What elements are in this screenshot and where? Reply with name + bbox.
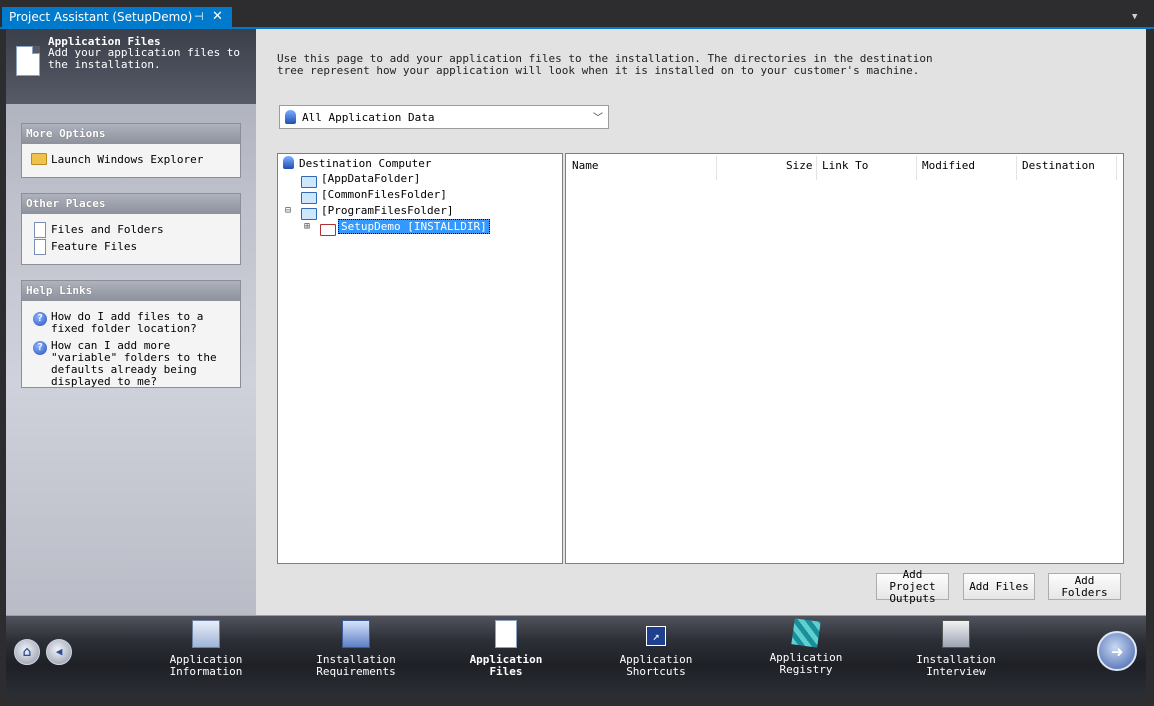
tree-node-installdir-label: SetupDemo [INSTALLDIR]	[338, 219, 490, 234]
instructions-text: Use this page to add your application fi…	[277, 52, 933, 77]
folder-open-icon	[31, 153, 47, 165]
requirements-icon	[342, 620, 370, 648]
registry-icon	[791, 618, 821, 648]
more-options-box: More Options Launch Windows Explorer	[21, 123, 241, 178]
launch-explorer-link[interactable]: Launch Windows Explorer	[51, 154, 203, 166]
expand-icon[interactable]: ⊞	[304, 220, 310, 234]
install-folder-icon	[320, 224, 336, 236]
pin-icon[interactable]: ⊣	[194, 7, 204, 27]
column-header-name[interactable]: Name	[572, 159, 599, 172]
other-places-box: Other Places Files and Folders Feature F…	[21, 193, 241, 265]
add-folders-button[interactable]: Add Folders	[1048, 573, 1121, 600]
application-data-select[interactable]: All Application Data ﹀	[279, 105, 609, 129]
other-places-heading: Other Places	[22, 194, 240, 214]
column-divider	[816, 156, 817, 180]
step-application-files[interactable]: Application Files	[451, 620, 561, 678]
computer-icon	[283, 156, 294, 169]
step-label: Application Registry	[769, 651, 843, 676]
column-header-destination[interactable]: Destination	[1022, 159, 1095, 172]
back-button[interactable]: ◀	[46, 639, 72, 665]
select-value: All Application Data	[302, 111, 435, 124]
step-label: Application Information	[169, 653, 243, 678]
tree-node-commonfiles[interactable]: [CommonFilesFolder]	[321, 188, 447, 202]
files-icon	[495, 620, 517, 648]
page-header: Application Files Add your application f…	[6, 29, 256, 104]
step-application-information[interactable]: Application Information	[151, 620, 261, 678]
help-icon: ?	[33, 341, 47, 355]
files-and-folders-link[interactable]: Files and Folders	[51, 224, 164, 236]
tree-root[interactable]: Destination Computer	[283, 156, 431, 171]
file-page-icon	[16, 46, 40, 76]
step-application-shortcuts[interactable]: ↗ Application Shortcuts	[601, 620, 711, 678]
home-button[interactable]: ⌂	[14, 639, 40, 665]
folder-open-icon	[301, 208, 317, 220]
chevron-down-icon[interactable]: ▼	[1132, 12, 1137, 22]
more-options-heading: More Options	[22, 124, 240, 144]
folder-icon	[301, 176, 317, 188]
add-project-outputs-button[interactable]: Add Project Outputs	[876, 568, 949, 604]
collapse-icon[interactable]: ⊟	[285, 204, 291, 218]
page-icon	[34, 222, 46, 238]
add-files-button[interactable]: Add Files	[963, 573, 1035, 600]
step-label: Installation Requirements	[316, 653, 396, 678]
step-label: Application Shortcuts	[619, 653, 693, 678]
tab-title: Project Assistant (SetupDemo)	[9, 10, 193, 24]
page-description: Add your application files to the instal…	[48, 46, 241, 71]
app-info-icon	[192, 620, 220, 648]
tab-project-assistant[interactable]: Project Assistant (SetupDemo) ⊣ ✕	[2, 7, 232, 27]
help-links-heading: Help Links	[22, 281, 240, 301]
help-link-variable-folders[interactable]: How can I add more "variable" folders to…	[51, 340, 241, 388]
status-strip	[0, 697, 1154, 706]
tree-node-appdata[interactable]: [AppDataFolder]	[321, 172, 420, 186]
tree-node-installdir[interactable]: SetupDemo [INSTALLDIR]	[338, 219, 490, 234]
tree-root-label: Destination Computer	[299, 157, 432, 170]
chevron-down-icon[interactable]: ﹀	[593, 109, 603, 124]
column-header-link-to[interactable]: Link To	[822, 159, 868, 172]
column-header-modified[interactable]: Modified	[922, 159, 975, 172]
step-installation-interview[interactable]: Installation Interview	[901, 620, 1011, 678]
computer-icon	[285, 110, 296, 124]
next-button[interactable]: ➜	[1097, 631, 1137, 671]
shortcut-icon: ↗	[646, 626, 666, 646]
column-header-size[interactable]: Size	[786, 159, 813, 172]
step-installation-requirements[interactable]: Installation Requirements	[301, 620, 411, 678]
close-icon[interactable]: ✕	[212, 7, 223, 27]
interview-icon	[942, 620, 970, 648]
column-divider	[916, 156, 917, 180]
column-divider	[1116, 156, 1117, 180]
column-divider	[716, 156, 717, 180]
document-tab-strip: Project Assistant (SetupDemo) ⊣ ✕ ▼	[0, 0, 1154, 29]
help-links-box: Help Links ? How do I add files to a fix…	[21, 280, 241, 388]
destination-tree[interactable]: Destination Computer [AppDataFolder] [Co…	[277, 153, 563, 564]
step-label: Installation Interview	[916, 653, 996, 678]
tree-node-programfiles[interactable]: [ProgramFilesFolder]	[321, 204, 453, 218]
column-divider	[1016, 156, 1017, 180]
step-label: Application Files	[469, 653, 543, 678]
file-list[interactable]: Name Size Link To Modified Destination	[565, 153, 1124, 564]
feature-files-link[interactable]: Feature Files	[51, 241, 137, 253]
help-icon: ?	[33, 312, 47, 326]
folder-icon	[301, 192, 317, 204]
step-application-registry[interactable]: Application Registry	[751, 618, 861, 676]
feature-files-icon	[34, 239, 46, 255]
help-link-fixed-folder[interactable]: How do I add files to a fixed folder loc…	[51, 311, 236, 335]
